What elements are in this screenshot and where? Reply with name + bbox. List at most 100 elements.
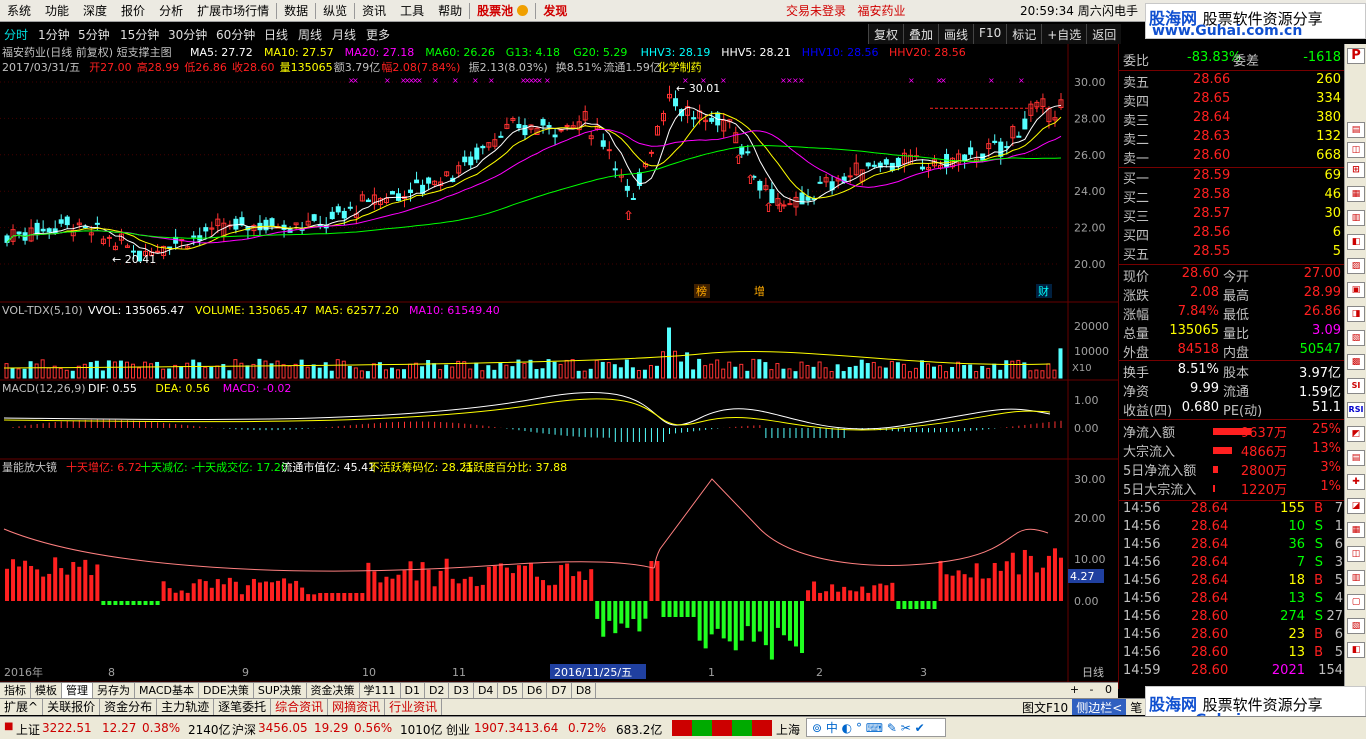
bi-button[interactable]: 笔: [1126, 699, 1146, 715]
menu-ext-market[interactable]: 扩展市场行情: [190, 0, 276, 22]
side-tool-chart-icon[interactable]: ▨: [1347, 258, 1365, 274]
indicator-tab[interactable]: 另存为: [93, 683, 135, 698]
side-tool-chart-icon[interactable]: ▥: [1347, 570, 1365, 586]
period-tab[interactable]: 30分钟: [168, 26, 207, 43]
side-tool-chart-icon[interactable]: ▧: [1347, 330, 1365, 346]
side-tool-chart-icon[interactable]: ▧: [1347, 618, 1365, 634]
flash-trade-button[interactable]: 闪电手: [1102, 0, 1138, 22]
period-tab[interactable]: 更多: [366, 26, 390, 43]
period-tab[interactable]: 1分钟: [38, 26, 70, 43]
info-tab[interactable]: 行业资讯: [385, 699, 443, 715]
kline-chart-area[interactable]: 30.00 28.00 26.00 24.00 22.00 20.00 2016年 8 9 10 1…: [0, 44, 1118, 683]
amp-bar: [1046, 555, 1051, 601]
side-tool-chart-icon[interactable]: ◪: [1347, 498, 1365, 514]
side-tool-chart-icon[interactable]: ▤: [1347, 450, 1365, 466]
volume-bar: [823, 367, 828, 379]
indicator-tab[interactable]: D6: [523, 683, 548, 698]
indicator-tab[interactable]: MACD基本: [135, 683, 199, 698]
menu-function[interactable]: 功能: [38, 0, 76, 22]
zoom-in-button[interactable]: +: [1066, 683, 1083, 698]
side-tool-chart-icon[interactable]: ▦: [1347, 186, 1365, 202]
zoom-reset-button[interactable]: 0: [1100, 683, 1117, 698]
indicator-tab[interactable]: 资金决策: [307, 683, 360, 698]
f10-button[interactable]: F10: [973, 24, 1007, 44]
side-tool-chart-icon[interactable]: ✚: [1347, 474, 1365, 490]
side-toolbar: P ▤ ◫ ⊞ ▦ ▥ ◧ ▨ ▣ ◨ ▧ ▩ SI RSI ◩ ▤ ✚ ◪ ▦…: [1344, 44, 1366, 689]
side-tool-chart-icon[interactable]: ◫: [1347, 546, 1365, 562]
add-watchlist-button[interactable]: +自选: [1041, 24, 1087, 44]
stat-label: 股本: [1223, 366, 1250, 381]
side-tool-si[interactable]: SI: [1347, 378, 1365, 394]
indicator-tab[interactable]: DDE决策: [199, 683, 254, 698]
menu-help[interactable]: 帮助: [431, 0, 469, 22]
period-tab[interactable]: 分时: [4, 26, 28, 43]
side-tool-chart-icon[interactable]: ▩: [1347, 354, 1365, 370]
info-tab[interactable]: 主力轨迹: [157, 699, 215, 715]
indicator-tab[interactable]: D2: [425, 683, 450, 698]
info-tab[interactable]: 关联报价: [43, 699, 101, 715]
indicator-tab[interactable]: 管理: [62, 683, 93, 698]
indicator-tab[interactable]: 学111: [360, 683, 401, 698]
index-ticker-bar[interactable]: ■ 上证 3222.51 12.27 0.38% 2140亿 沪深 3456.0…: [0, 716, 1366, 739]
overlay-button[interactable]: 叠加: [903, 24, 939, 44]
indicator-tab[interactable]: D3: [449, 683, 474, 698]
indicator-tab[interactable]: D5: [498, 683, 523, 698]
side-tool-chart-icon[interactable]: ▢: [1347, 594, 1365, 610]
side-tool-chart-icon[interactable]: ◩: [1347, 426, 1365, 442]
side-tool-chart-icon[interactable]: ◧: [1347, 642, 1365, 658]
period-tab[interactable]: 月线: [332, 26, 356, 43]
indicator-tab[interactable]: 指标: [0, 683, 31, 698]
menu-analysis[interactable]: 分析: [152, 0, 190, 22]
side-tool-rsi[interactable]: RSI: [1347, 402, 1365, 418]
period-tab[interactable]: 5分钟: [78, 26, 110, 43]
menu-stock-pool[interactable]: 股票池: [470, 0, 535, 22]
volume-bar: [275, 360, 280, 379]
side-tool-chart-icon[interactable]: ▤: [1347, 122, 1365, 138]
login-status[interactable]: 交易未登录: [786, 4, 846, 18]
side-tool-chart-icon[interactable]: ⊞: [1347, 162, 1365, 178]
side-tool-chart-icon[interactable]: ◨: [1347, 306, 1365, 322]
side-tool-chart-icon[interactable]: ▣: [1347, 282, 1365, 298]
menu-quote[interactable]: 报价: [114, 0, 152, 22]
indicator-tab[interactable]: SUP决策: [254, 683, 307, 698]
fuquan-button[interactable]: 复权: [868, 24, 904, 44]
back-button[interactable]: 返回: [1086, 24, 1122, 44]
zoom-out-button[interactable]: -: [1083, 683, 1100, 698]
period-tab[interactable]: 15分钟: [120, 26, 159, 43]
ask-price: 28.65: [1193, 91, 1231, 106]
info-tab[interactable]: 网摘资讯: [328, 699, 386, 715]
menu-discover[interactable]: 发现: [536, 0, 574, 22]
side-tool-p[interactable]: P: [1347, 48, 1365, 64]
period-tab[interactable]: 日线: [264, 26, 288, 43]
menu-system[interactable]: 系统: [0, 0, 38, 22]
period-tab[interactable]: 周线: [298, 26, 322, 43]
info-tab[interactable]: 资金分布: [100, 699, 158, 715]
indicator-tab[interactable]: D8: [572, 683, 597, 698]
period-tab[interactable]: 60分钟: [216, 26, 255, 43]
menu-data[interactable]: 数据: [277, 0, 315, 22]
indicator-tab[interactable]: 模板: [31, 683, 62, 698]
info-tab[interactable]: 逐笔委托: [214, 699, 272, 715]
sidebar-toggle-button[interactable]: 侧边栏<: [1072, 699, 1127, 715]
draw-line-button[interactable]: 画线: [938, 24, 974, 44]
side-tool-chart-icon[interactable]: ◧: [1347, 234, 1365, 250]
volume-bar: [100, 370, 105, 379]
menu-news[interactable]: 资讯: [355, 0, 393, 22]
volume-bar: [715, 359, 720, 379]
bar-info-value: 收28.60: [232, 60, 275, 74]
f10-toggle-button[interactable]: 图文F10: [1018, 699, 1072, 715]
indicator-tab[interactable]: D1: [401, 683, 426, 698]
indicator-tab[interactable]: D4: [474, 683, 499, 698]
side-tool-chart-icon[interactable]: ▥: [1347, 210, 1365, 226]
amp-bar: [950, 575, 955, 601]
info-tab[interactable]: 扩展^: [0, 699, 44, 715]
candle-body: [817, 181, 823, 184]
menu-tools[interactable]: 工具: [393, 0, 431, 22]
menu-overview[interactable]: 纵览: [316, 0, 354, 22]
indicator-tab[interactable]: D7: [547, 683, 572, 698]
menu-depth[interactable]: 深度: [76, 0, 114, 22]
mark-button[interactable]: 标记: [1006, 24, 1042, 44]
info-tab[interactable]: 综合资讯: [271, 699, 329, 715]
side-tool-chart-icon[interactable]: ◫: [1347, 142, 1365, 158]
side-tool-chart-icon[interactable]: ▦: [1347, 522, 1365, 538]
